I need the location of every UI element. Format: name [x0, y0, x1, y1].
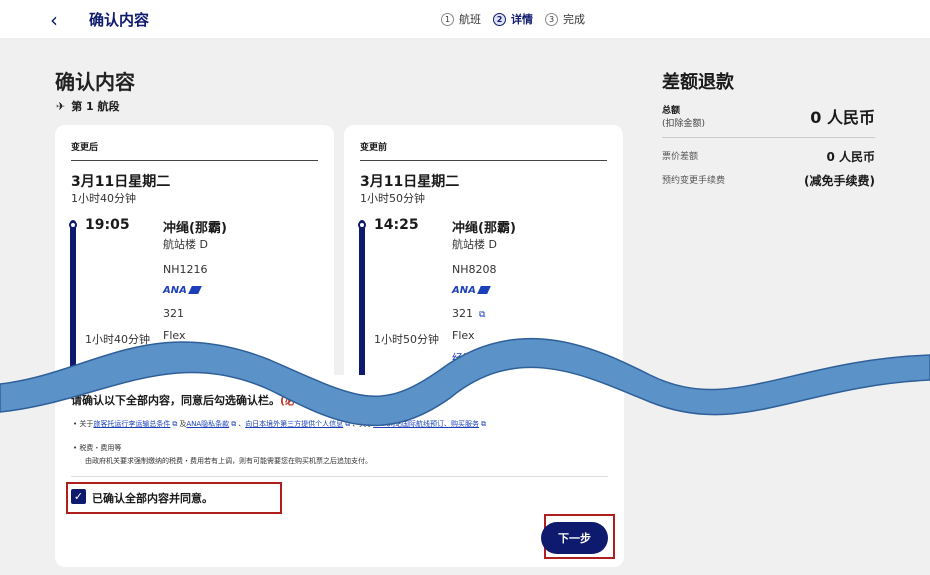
segment-duration: 1小时50分钟: [374, 333, 439, 346]
timeline-bar: [70, 220, 76, 395]
divider: [662, 137, 875, 138]
link-intl-service[interactable]: ANA网站国际航线预订、购买服务: [373, 420, 479, 428]
flight-duration: 1小时40分钟: [71, 192, 136, 205]
divider: [71, 476, 608, 477]
step-label: 完成: [563, 13, 585, 26]
step-number: 3: [545, 12, 558, 26]
divider: [360, 160, 607, 161]
divider: [71, 160, 318, 161]
step-label: 航班: [459, 13, 481, 26]
fare-diff-label: 票价差额: [662, 152, 699, 162]
terms-prefix: • 关于: [73, 420, 94, 428]
checkmark-icon: ✓: [73, 490, 84, 503]
departure-city: 冲绳(那霸): [163, 221, 227, 236]
external-link-icon: ⧉: [345, 420, 351, 428]
step-complete: 3 完成: [545, 11, 585, 27]
next-button[interactable]: 下一步: [541, 522, 608, 554]
flight-duration: 1小时50分钟: [360, 192, 425, 205]
airplane-icon: ✈: [56, 99, 66, 113]
tax-description: 由政府机关要求强制缴纳的税费・费用若有上调，则有可能需要您在购买机票之后追加支付…: [85, 457, 372, 465]
confirm-title: 请确认以下全部内容，同意后勾选确认栏。(必: [71, 392, 296, 408]
external-link-icon: ⧉: [481, 420, 487, 428]
timeline-bar: [359, 220, 365, 395]
flight-number: NH1216: [163, 263, 208, 276]
confirm-title-text: 请确认以下全部内容，同意后勾选确认栏。: [71, 394, 280, 407]
link-privacy[interactable]: ANA隐私条款: [186, 420, 229, 428]
aircraft-type: 321: [163, 307, 184, 320]
departure-terminal: 航站楼 D: [452, 238, 497, 251]
agree-checkbox[interactable]: ✓: [71, 489, 86, 504]
logo-stripe: [187, 286, 202, 294]
departure-city: 冲绳(那霸): [452, 221, 516, 236]
link-third-party[interactable]: 向日本境外第三方提供个人信息: [245, 420, 343, 428]
logo-stripe: [476, 286, 491, 294]
step-label: 详情: [511, 13, 533, 26]
fare-diff-value: 0 人民币: [826, 150, 875, 164]
progress-steps: 1 航班 2 详情 3 完成: [441, 11, 597, 27]
timeline-dot: [358, 221, 366, 229]
external-link-icon[interactable]: ⧉: [479, 310, 485, 320]
link-baggage-terms[interactable]: 旅客托运行李运输总条件: [93, 420, 170, 428]
header-bar: ‹ 确认内容 1 航班 2 详情 3 完成: [0, 0, 930, 38]
timeline-dot: [69, 221, 77, 229]
fare-type: Flex: [452, 329, 475, 342]
agree-checkbox-label[interactable]: 已确认全部内容并同意。: [92, 490, 213, 506]
confirm-panel: 请确认以下全部内容，同意后勾选确认栏。(必 • 关于旅客托运行李运输总条件 ⧉ 及A…: [55, 375, 624, 567]
departure-terminal: 航站楼 D: [163, 238, 208, 251]
joiner: 、关于: [352, 420, 374, 428]
aircraft-type: 321 ⧉: [452, 307, 485, 320]
back-icon[interactable]: ‹: [50, 8, 58, 32]
segment-heading: ✈ 第 1 航段: [56, 98, 120, 114]
flight-card-before: 变更前 3月11日星期二 1小时50分钟 14:25 冲绳(那霸) 航站楼 D …: [344, 125, 623, 395]
departure-time: 19:05: [85, 217, 130, 233]
external-link-icon: ⧉: [172, 420, 178, 428]
departure-time: 14:25: [374, 217, 419, 233]
header-title: 确认内容: [89, 11, 150, 29]
ana-logo: ANA: [452, 285, 491, 296]
flight-date: 3月11日星期二: [360, 174, 460, 190]
external-link-icon: ⧉: [231, 420, 237, 428]
total-value: 0 人民币: [810, 108, 875, 127]
ana-logo: ANA: [163, 285, 202, 296]
total-sublabel: (扣除金额): [662, 119, 706, 129]
flight-card-after: 变更后 3月11日星期二 1小时40分钟 19:05 冲绳(那霸) 航站楼 D …: [55, 125, 334, 395]
step-flight: 1 航班: [441, 11, 481, 27]
flight-number: NH8208: [452, 263, 497, 276]
change-fee-label: 预约变更手续费: [662, 176, 726, 186]
change-fee-value: (减免手续费): [804, 174, 875, 188]
airline-name: ANA: [452, 285, 476, 296]
required-mark: (必: [280, 394, 297, 407]
fare-type: Flex: [163, 329, 186, 342]
segment-label: 第 1 航段: [71, 100, 120, 113]
segment-duration: 1小时40分钟: [85, 333, 150, 346]
airline-name: ANA: [163, 285, 187, 296]
page-title: 确认内容: [55, 70, 135, 94]
step-details: 2 详情: [493, 11, 533, 27]
flight-date: 3月11日星期二: [71, 174, 171, 190]
cabin-class-link[interactable]: 经济舱: [452, 350, 485, 366]
aircraft-label: 321: [452, 307, 473, 320]
terms-note: • 关于旅客托运行李运输总条件 ⧉ 及ANA隐私条款 ⧉ 、向日本境外第三方提供个人信息…: [73, 419, 488, 429]
refund-title: 差额退款: [662, 72, 734, 93]
total-label: 总额: [662, 106, 681, 116]
card-heading: 变更后: [71, 143, 99, 153]
step-number: 2: [493, 12, 506, 26]
tax-title: • 税费・费用等: [73, 444, 122, 452]
card-heading: 变更前: [360, 143, 388, 153]
step-number: 1: [441, 12, 454, 26]
